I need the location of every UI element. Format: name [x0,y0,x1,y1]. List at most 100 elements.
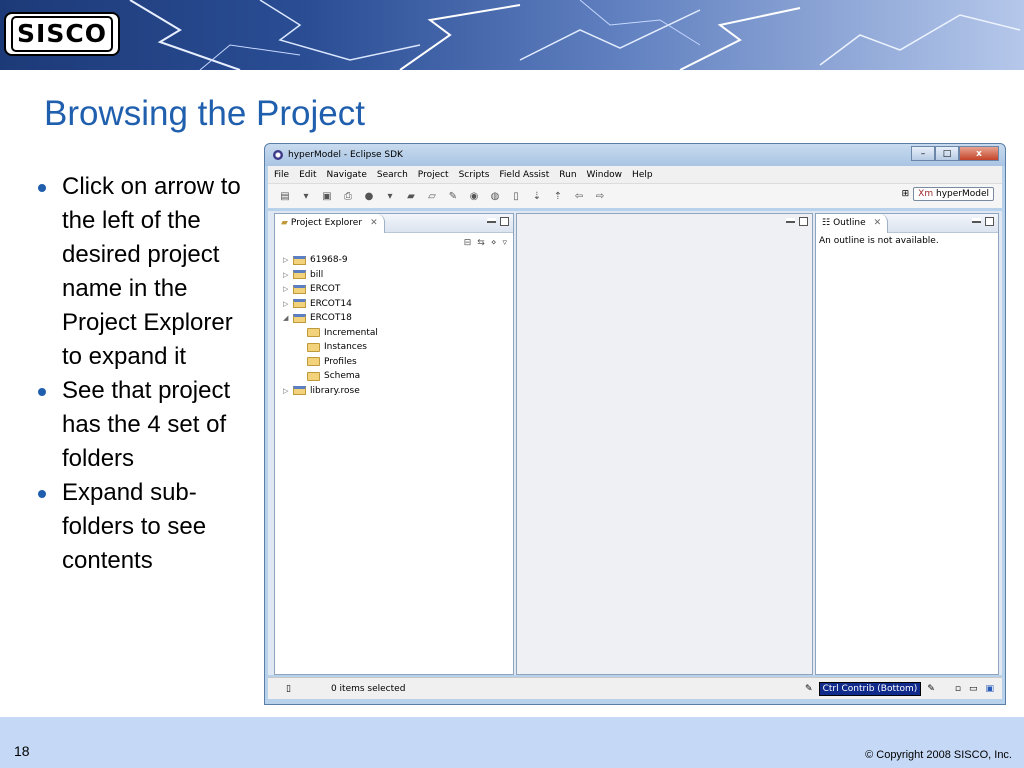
slide-title: Browsing the Project [44,94,365,133]
dropdown-icon[interactable]: ▾ [299,189,313,203]
tree-item-label: bill [310,269,324,280]
minimize-view-button[interactable] [487,218,496,223]
tree-item-label: library.rose [310,385,360,396]
close-button[interactable]: x [959,146,999,161]
window-titlebar: hyperModel - Eclipse SDK – □ x [265,144,1005,166]
run-config-icon[interactable]: ● [362,189,376,203]
tree-child-item[interactable]: Incremental [283,326,513,341]
tree-item-label: ERCOT14 [310,298,352,309]
sisco-logo: SISCO [4,12,120,56]
collapse-all-icon[interactable]: ⊟ [464,238,472,248]
copyright-text: © Copyright 2008 SISCO, Inc. [865,749,1012,761]
page-number: 18 [14,743,30,759]
folder-icon: ▰ [281,218,288,228]
document-icon[interactable]: ▯ [509,189,523,203]
bullet-dot [38,388,46,396]
menu-search[interactable]: Search [377,170,408,180]
tree-item-label: Schema [324,371,361,382]
annotation-prev-icon[interactable]: ⇡ [551,189,565,203]
restore-icon[interactable]: ▫ [955,684,961,694]
tab-label: Outline [833,218,866,228]
expand-arrow-icon[interactable]: ▷ [283,300,293,308]
tree-item[interactable]: ▷ 61968-9 [283,253,513,268]
print-icon[interactable]: ⎙ [341,189,355,203]
tree-item-label: Profiles [324,356,357,367]
expand-arrow-icon[interactable]: ▷ [283,271,293,279]
maximize-view-button[interactable] [799,217,808,226]
tree-item[interactable]: ▷ bill [283,268,513,283]
menu-run[interactable]: Run [559,170,576,180]
pencil-icon[interactable]: ✎ [927,684,935,694]
maximize-button[interactable]: □ [935,146,959,161]
collapse-arrow-icon[interactable]: ◢ [283,314,293,322]
expand-arrow-icon[interactable]: ▷ [283,387,293,395]
pencil-icon[interactable]: ✎ [805,684,813,694]
tree-child-item[interactable]: Profiles [283,355,513,370]
back-icon[interactable]: ⇦ [572,189,586,203]
fast-view-icon[interactable]: ▯ [286,684,291,694]
menu-scripts[interactable]: Scripts [459,170,490,180]
tree-child-item[interactable]: Schema [283,369,513,384]
annotation-next-icon[interactable]: ⇣ [530,189,544,203]
menu-field-assist[interactable]: Field Assist [499,170,549,180]
tree-item[interactable]: ◢ ERCOT18 [283,311,513,326]
web-icon[interactable]: ◍ [488,189,502,203]
maximize-view-button[interactable] [500,217,509,226]
workbench-area: ▰ Project Explorer ✕ ⊟ ⇆ ⋄ ▿ ▷ 61968-9 ▷ b… [268,211,1002,675]
bullet-text: Click on arrow to the left of the desire… [62,173,241,370]
status-bar: ▯ 0 items selected ✎ Ctrl Contrib (Botto… [268,677,1002,699]
menu-help[interactable]: Help [632,170,653,180]
link-editor-icon[interactable]: ⇆ [477,238,485,248]
tree-item[interactable]: ▷ ERCOT [283,282,513,297]
globe-icon[interactable]: ◉ [467,189,481,203]
tab-outline[interactable]: ☷ Outline ✕ [816,213,889,233]
project-icon [293,386,306,396]
bullet-item: Click on arrow to the left of the desire… [36,170,251,374]
project-explorer-panel: ▰ Project Explorer ✕ ⊟ ⇆ ⋄ ▿ ▷ 61968-9 ▷ b… [274,213,514,675]
open-perspective-icon[interactable]: ⊞ [902,189,910,199]
filter-icon[interactable]: ⋄ [491,238,497,248]
bullet-text: See that project has the 4 set of folder… [62,377,231,472]
expand-arrow-icon[interactable]: ▷ [283,256,293,264]
tab-project-explorer[interactable]: ▰ Project Explorer ✕ [275,213,385,233]
folder-icon[interactable]: ▱ [425,189,439,203]
bullet-dot [38,490,46,498]
minimize-view-button[interactable] [786,218,795,223]
tree-item[interactable]: ▷ library.rose [283,384,513,399]
tab-label: Project Explorer [290,218,363,228]
dropdown-icon[interactable]: ▾ [383,189,397,203]
window-icon[interactable]: ▭ [969,684,978,694]
tree-item-label: 61968-9 [310,255,348,266]
menu-window[interactable]: Window [587,170,623,180]
expand-arrow-icon[interactable]: ▷ [283,285,293,293]
close-icon[interactable]: ✕ [874,218,882,228]
menu-navigate[interactable]: Navigate [327,170,367,180]
outline-header: ☷ Outline ✕ [816,213,998,233]
menu-edit[interactable]: Edit [299,170,316,180]
tree-child-item[interactable]: Instances [283,340,513,355]
menu-file[interactable]: File [274,170,289,180]
eclipse-window: hyperModel - Eclipse SDK – □ x File Edit… [264,143,1006,705]
bullet-text: Expand sub-folders to see contents [62,479,207,574]
minimize-view-button[interactable] [972,218,981,223]
view-menu-icon[interactable]: ▿ [502,238,507,248]
new-icon[interactable]: ▤ [278,189,292,203]
window-title: hyperModel - Eclipse SDK [288,150,403,160]
open-folder-icon[interactable]: ▰ [404,189,418,203]
save-icon[interactable]: ▣ [320,189,334,203]
bullet-list: Click on arrow to the left of the desire… [36,170,251,578]
folder-icon [307,357,320,367]
editor-area [516,213,813,675]
close-icon[interactable]: ✕ [370,218,378,228]
tree-item[interactable]: ▷ ERCOT14 [283,297,513,312]
bullet-dot [38,184,46,192]
minimize-button[interactable]: – [911,146,935,161]
perspective-button[interactable]: Xm hyperModel [913,187,994,201]
task-icon[interactable]: ▣ [985,684,994,694]
maximize-view-button[interactable] [985,217,994,226]
window-controls: – □ x [911,146,999,161]
menu-project[interactable]: Project [418,170,449,180]
view-controls [972,217,994,226]
pencil-icon[interactable]: ✎ [446,189,460,203]
forward-icon[interactable]: ⇨ [593,189,607,203]
